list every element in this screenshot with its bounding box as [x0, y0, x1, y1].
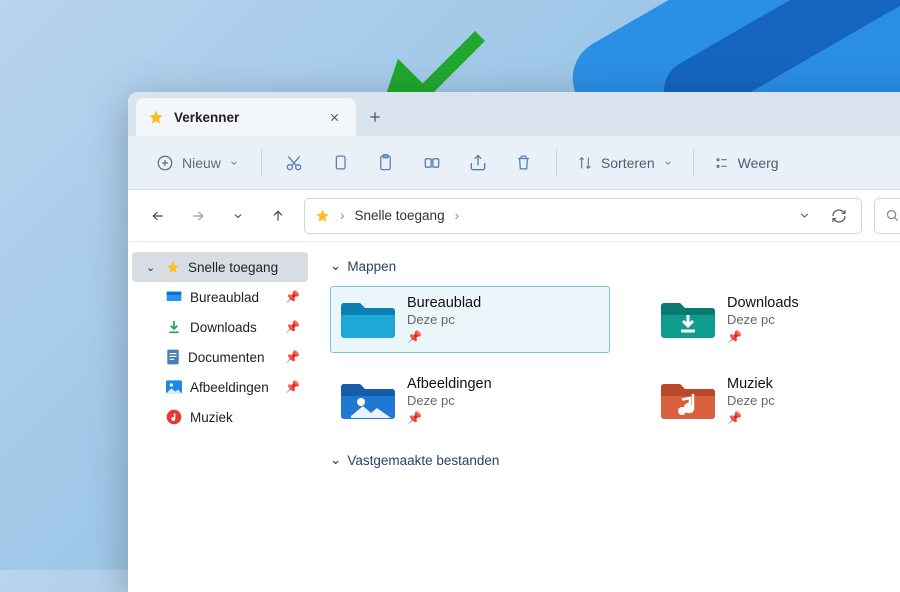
music-icon — [166, 409, 182, 425]
breadcrumb-sep: › — [455, 208, 460, 223]
item-name: Bureaublad — [407, 295, 481, 311]
pin-icon: 📌 — [285, 290, 300, 304]
desktop-icon — [166, 290, 182, 304]
folder-icon — [661, 295, 715, 339]
item-name: Muziek — [727, 376, 775, 392]
pictures-icon — [166, 380, 182, 394]
pin-icon: 📌 — [727, 330, 799, 344]
body: ⌄ Snelle toegang Bureaublad 📌 Downloads … — [128, 242, 900, 592]
folder-item-music[interactable]: Muziek Deze pc 📌 — [650, 367, 900, 434]
command-bar: Nieuw Sorteren Weerg — [128, 136, 900, 190]
item-subtitle: Deze pc — [727, 393, 775, 408]
star-icon — [166, 260, 180, 274]
folder-item-downloads[interactable]: Downloads Deze pc 📌 — [650, 286, 900, 353]
item-name: Downloads — [727, 295, 799, 311]
separator — [693, 149, 694, 177]
pin-icon: 📌 — [285, 320, 300, 334]
pin-icon: 📌 — [407, 330, 481, 344]
sidebar-quick-access[interactable]: ⌄ Snelle toegang — [132, 252, 308, 282]
breadcrumb-sep: › — [340, 208, 345, 223]
sidebar-item-label: Documenten — [188, 350, 277, 365]
folder-icon — [341, 295, 395, 339]
address-bar[interactable]: › Snelle toegang › — [304, 198, 862, 234]
sidebar-item-label: Bureaublad — [190, 290, 277, 305]
group-pinned-files[interactable]: ⌄ Vastgemaakte bestanden — [330, 452, 900, 468]
breadcrumb-root[interactable]: Snelle toegang — [355, 208, 445, 223]
document-icon — [166, 349, 180, 365]
sidebar-item-pictures[interactable]: Afbeeldingen 📌 — [132, 372, 308, 402]
group-label: Vastgemaakte bestanden — [347, 453, 499, 468]
sidebar-item-music[interactable]: Muziek — [132, 402, 308, 432]
sidebar: ⌄ Snelle toegang Bureaublad 📌 Downloads … — [128, 242, 312, 592]
folder-item-pictures[interactable]: Afbeeldingen Deze pc 📌 — [330, 367, 610, 434]
new-tab-button[interactable] — [356, 98, 394, 136]
navigation-row: › Snelle toegang › Z — [128, 190, 900, 242]
forward-button[interactable] — [184, 202, 212, 230]
sort-button[interactable]: Sorteren — [569, 155, 681, 171]
content-pane: ⌄ Mappen Bureaublad Deze pc 📌 — [312, 242, 900, 592]
sidebar-item-desktop[interactable]: Bureaublad 📌 — [132, 282, 308, 312]
sidebar-item-label: Muziek — [190, 410, 300, 425]
sidebar-item-documents[interactable]: Documenten 📌 — [132, 342, 308, 372]
star-icon — [315, 208, 330, 223]
recent-dropdown[interactable] — [224, 202, 252, 230]
pin-icon: 📌 — [727, 411, 775, 425]
folder-icon — [661, 376, 715, 420]
pin-icon: 📌 — [407, 411, 492, 425]
chevron-down-icon[interactable] — [792, 209, 817, 222]
sidebar-item-downloads[interactable]: Downloads 📌 — [132, 312, 308, 342]
item-subtitle: Deze pc — [727, 312, 799, 327]
folder-item-desktop[interactable]: Bureaublad Deze pc 📌 — [330, 286, 610, 353]
refresh-icon[interactable] — [827, 208, 851, 224]
tab-bar: Verkenner — [128, 92, 900, 136]
new-button[interactable]: Nieuw — [146, 148, 249, 178]
search-box[interactable]: Z — [874, 198, 900, 234]
delete-icon[interactable] — [504, 145, 544, 181]
pin-icon: 📌 — [285, 350, 300, 364]
back-button[interactable] — [144, 202, 172, 230]
rename-icon[interactable] — [412, 145, 452, 181]
item-subtitle: Deze pc — [407, 312, 481, 327]
cut-icon[interactable] — [274, 145, 314, 181]
explorer-window: Verkenner Nieuw — [128, 92, 900, 592]
search-icon — [885, 208, 900, 223]
chevron-down-icon: ⌄ — [330, 258, 341, 274]
active-tab[interactable]: Verkenner — [136, 98, 356, 136]
sidebar-item-label: Afbeeldingen — [190, 380, 277, 395]
folder-icon — [341, 376, 395, 420]
chevron-down-icon: ⌄ — [146, 261, 158, 274]
pin-icon: 📌 — [285, 380, 300, 394]
group-label: Mappen — [347, 259, 396, 274]
folder-grid: Bureaublad Deze pc 📌 Downloads Deze pc 📌 — [330, 286, 900, 434]
tab-title: Verkenner — [174, 110, 318, 125]
sort-label: Sorteren — [601, 155, 655, 171]
share-icon[interactable] — [458, 145, 498, 181]
star-icon — [148, 109, 164, 125]
close-icon[interactable] — [328, 111, 344, 124]
chevron-down-icon: ⌄ — [330, 452, 341, 468]
item-name: Afbeeldingen — [407, 376, 492, 392]
download-icon — [166, 319, 182, 335]
separator — [261, 149, 262, 177]
sidebar-item-label: Downloads — [190, 320, 277, 335]
view-label: Weerg — [738, 155, 779, 171]
copy-icon[interactable] — [320, 145, 360, 181]
item-subtitle: Deze pc — [407, 393, 492, 408]
new-button-label: Nieuw — [182, 155, 221, 171]
view-button[interactable]: Weerg — [706, 155, 787, 171]
paste-icon[interactable] — [366, 145, 406, 181]
group-folders[interactable]: ⌄ Mappen — [330, 258, 900, 274]
separator — [556, 149, 557, 177]
up-button[interactable] — [264, 202, 292, 230]
sidebar-item-label: Snelle toegang — [188, 260, 300, 275]
